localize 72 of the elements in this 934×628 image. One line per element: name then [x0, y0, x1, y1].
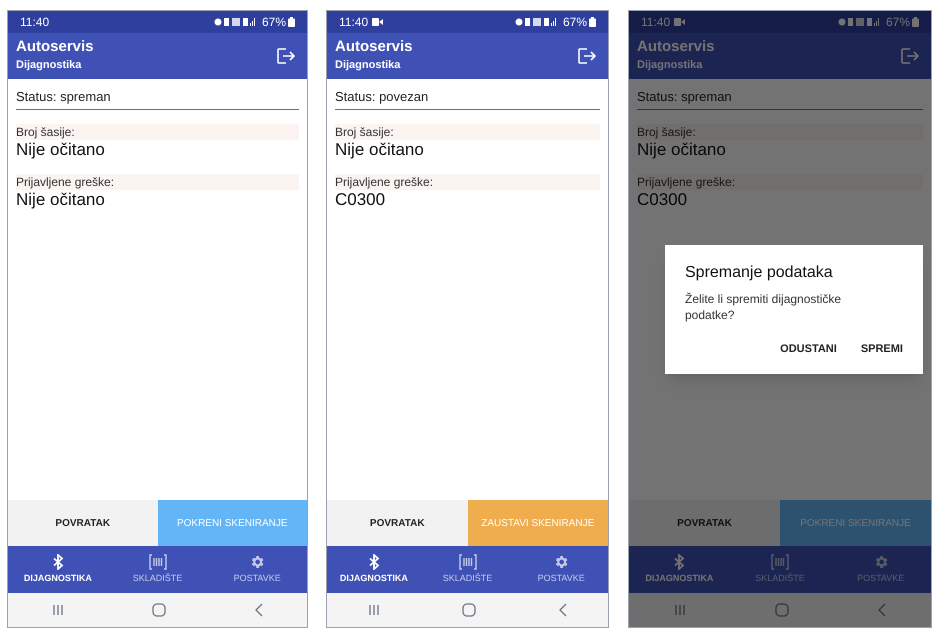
home-icon[interactable] — [774, 603, 789, 617]
field-value: Nije očitano — [637, 140, 727, 160]
field-value: Nije očitano — [16, 140, 106, 160]
bluetooth-icon — [673, 554, 686, 570]
app-title: Autoservis — [335, 38, 414, 56]
dialog-message: Želite li spremiti dijagnostičke podatke? — [685, 291, 842, 323]
dialog-button[interactable]: SPREMI — [860, 341, 903, 358]
nav-tab[interactable]: DIJAGNOSTIKA — [629, 546, 730, 593]
app-subtitle: Dijagnostika — [335, 58, 402, 73]
gear-icon — [553, 554, 570, 570]
battery-percent: 67% — [262, 14, 286, 31]
nav-tab[interactable]: SKLADIŠTE — [730, 546, 830, 593]
field-value: Nije očitano — [16, 190, 106, 210]
battery-icon — [912, 17, 919, 27]
back-icon[interactable] — [558, 603, 567, 617]
field-label: Broj šasije: — [335, 124, 600, 140]
app-title: Autoservis — [16, 38, 95, 56]
back-button[interactable]: POVRATAK — [327, 500, 468, 546]
status-time: 11:40 — [641, 14, 670, 31]
nav-tab[interactable]: SKLADIŠTE — [108, 546, 208, 593]
home-icon[interactable] — [462, 603, 476, 617]
barcode-icon — [771, 554, 789, 570]
field-label: Broj šasije: — [16, 124, 299, 140]
status-text: Status: povezan — [335, 87, 600, 110]
nav-tab[interactable]: POSTAVKE — [514, 546, 608, 593]
logout-icon[interactable] — [277, 48, 295, 64]
nav-tab[interactable]: POSTAVKE — [207, 546, 307, 593]
status-icons-drawing — [214, 17, 258, 27]
nav-tab[interactable]: DIJAGNOSTIKA — [8, 546, 108, 593]
status-time: 11:40 — [20, 14, 50, 31]
scan-button[interactable]: POKRENI SKENIRANJE — [158, 500, 307, 546]
nav-tab[interactable]: POSTAVKE — [830, 546, 931, 593]
bluetooth-icon — [368, 554, 380, 570]
recent-apps-icon[interactable] — [674, 604, 686, 616]
field-label: Prijavljene greške: — [335, 174, 600, 190]
barcode-icon — [148, 554, 166, 570]
video-camera-icon — [372, 18, 384, 26]
nav-tab[interactable]: DIJAGNOSTIKA — [327, 546, 421, 593]
battery-percent: 67% — [562, 14, 587, 31]
dialog-button[interactable]: ODUSTANI — [780, 341, 837, 358]
barcode-icon — [458, 554, 476, 570]
field-label: Prijavljene greške: — [16, 174, 299, 190]
battery-percent: 67% — [886, 14, 910, 31]
app-subtitle: Dijagnostika — [637, 58, 704, 73]
status-text: Status: spreman — [637, 87, 923, 110]
status-text: Status: spreman — [16, 87, 299, 110]
field-value: Nije očitano — [335, 140, 425, 160]
app-subtitle: Dijagnostika — [16, 58, 82, 73]
bluetooth-icon — [52, 554, 64, 570]
recent-apps-icon[interactable] — [368, 604, 380, 616]
back-icon[interactable] — [878, 603, 886, 617]
logout-icon[interactable] — [578, 48, 596, 64]
field-value: C0300 — [335, 190, 386, 210]
status-time: 11:40 — [339, 14, 368, 31]
status-icons-drawing — [514, 17, 559, 27]
back-icon[interactable] — [254, 603, 263, 617]
field-label: Prijavljene greške: — [637, 174, 923, 190]
video-camera-icon — [674, 18, 686, 26]
nav-tab[interactable]: SKLADIŠTE — [420, 546, 514, 593]
home-icon[interactable] — [152, 603, 166, 617]
back-button[interactable]: POVRATAK — [629, 500, 780, 546]
field-label: Broj šasije: — [637, 124, 923, 140]
gear-icon — [249, 554, 266, 570]
app-title: Autoservis — [637, 38, 716, 56]
battery-icon — [589, 17, 596, 27]
status-icons-drawing — [838, 17, 882, 27]
back-button[interactable]: POVRATAK — [8, 500, 158, 546]
field-value: C0300 — [637, 190, 688, 210]
logout-icon[interactable] — [901, 48, 919, 64]
battery-icon — [288, 17, 295, 27]
recent-apps-icon[interactable] — [52, 604, 64, 616]
dialog-title: Spremanje podataka — [685, 263, 834, 283]
